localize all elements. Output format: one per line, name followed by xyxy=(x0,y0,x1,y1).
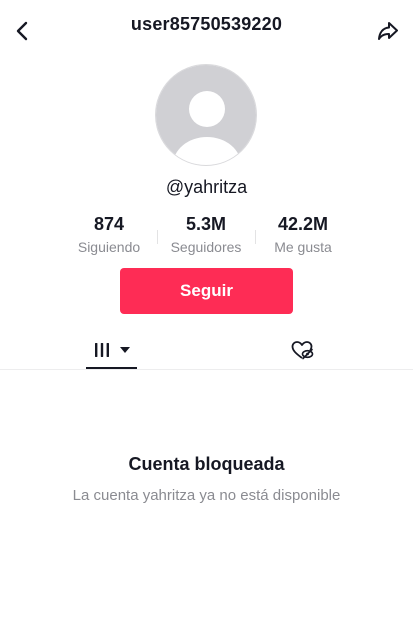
followers-count: 5.3M xyxy=(185,214,227,234)
followers-stat[interactable]: 5.3M Seguidores xyxy=(156,214,256,255)
followers-label: Seguidores xyxy=(170,239,242,255)
tab-liked[interactable] xyxy=(288,336,316,364)
tab-indicator xyxy=(86,367,137,369)
hidden-liked-icon xyxy=(291,341,314,360)
likes-count: 42.2M xyxy=(277,214,329,234)
profile-stats: 874 Siguiendo 5.3M Seguidores 42.2M Me g… xyxy=(0,214,413,260)
blocked-description: La cuenta yahritza ya no está disponible xyxy=(72,487,341,504)
following-stat[interactable]: 874 Siguiendo xyxy=(59,214,159,255)
following-count: 874 xyxy=(93,214,125,234)
content-tabs xyxy=(0,330,413,370)
profile-screen: user85750539220 @yahritza 874 Siguiendo … xyxy=(0,0,413,620)
header: user85750539220 xyxy=(0,0,413,56)
page-title: user85750539220 xyxy=(130,14,283,34)
follow-button[interactable]: Seguir xyxy=(120,268,293,314)
avatar[interactable] xyxy=(155,64,257,166)
tab-videos[interactable] xyxy=(86,330,137,369)
likes-label: Me gusta xyxy=(274,239,332,255)
caret-down-icon xyxy=(119,346,130,353)
share-button[interactable] xyxy=(373,16,403,46)
default-avatar-icon xyxy=(156,65,256,165)
following-label: Siguiendo xyxy=(77,239,141,255)
share-arrow-icon xyxy=(378,22,398,40)
likes-stat[interactable]: 42.2M Me gusta xyxy=(253,214,353,255)
video-grid-icon xyxy=(94,342,109,357)
profile-handle: @yahritza xyxy=(165,177,248,197)
blocked-title: Cuenta bloqueada xyxy=(128,454,285,474)
